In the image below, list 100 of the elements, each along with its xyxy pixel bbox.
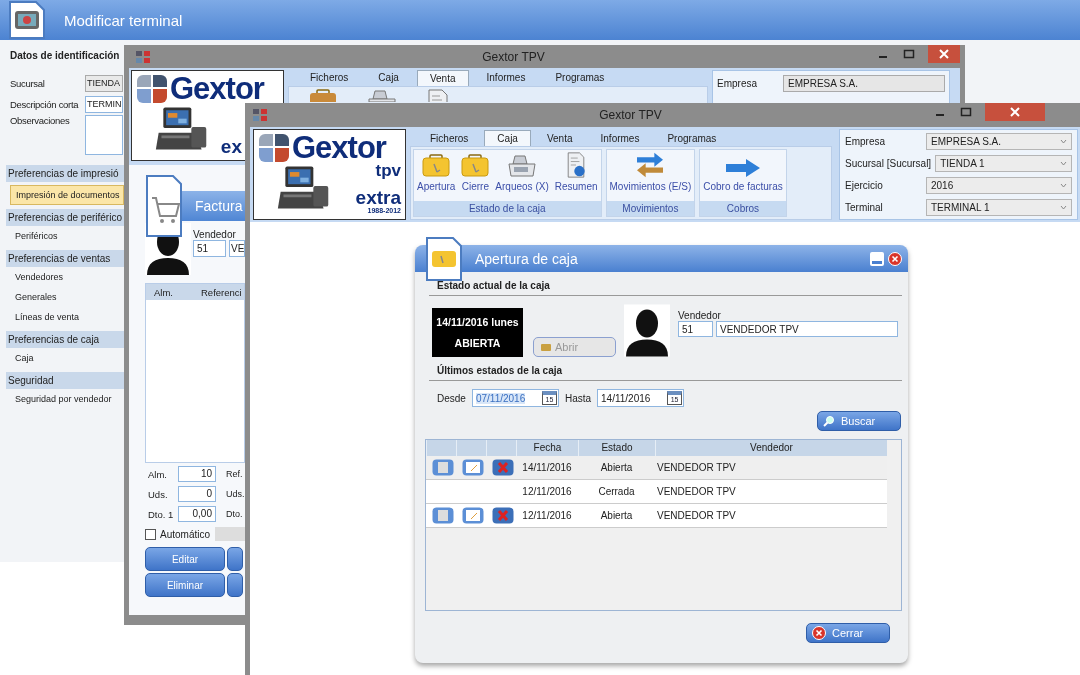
action-button[interactable] <box>227 547 243 571</box>
context-label: Terminal <box>845 202 884 213</box>
edit-button[interactable] <box>462 459 484 476</box>
field-label: Vendedor <box>193 229 237 240</box>
nav-heading: Preferencias de ventas <box>6 250 124 267</box>
ribbon-tab[interactable]: Venta <box>416 70 469 86</box>
ribbon-button[interactable]: Arqueos (X) <box>495 152 549 192</box>
cash-register-icon <box>507 154 538 178</box>
action-button[interactable] <box>227 573 243 597</box>
dialog-title: Apertura de caja <box>475 250 579 267</box>
field-label: Ref. <box>226 469 243 479</box>
window-title: Modificar terminal <box>64 11 183 29</box>
ribbon-tab[interactable]: Ficheros <box>418 131 481 146</box>
table-cell-text: VENDEDOR TPV <box>656 486 736 497</box>
maximize-button[interactable] <box>902 47 916 61</box>
ribbon-button[interactable]: Apertura <box>417 152 456 192</box>
window-title: Gextor TPV <box>481 49 546 64</box>
nav-item[interactable]: Generales <box>6 287 124 307</box>
ribbon-button[interactable]: Movimientos (E/S) <box>609 152 692 192</box>
ribbon-tab[interactable]: Caja <box>366 70 411 86</box>
ribbon-tab[interactable]: Informes <box>588 131 652 146</box>
delete-button[interactable] <box>492 459 514 476</box>
input-field[interactable]: 10 <box>178 466 216 482</box>
ribbon-button[interactable]: Cobro de facturas <box>703 152 783 192</box>
close-button[interactable] <box>928 45 960 63</box>
field-label: Desde <box>437 392 466 404</box>
maximize-button[interactable] <box>959 105 973 119</box>
ribbon-tab[interactable]: Venta <box>534 131 585 146</box>
close-button[interactable]: Cerrar <box>806 623 890 643</box>
close-button[interactable] <box>985 103 1045 121</box>
report-icon <box>565 152 588 178</box>
checkbox[interactable] <box>145 528 156 540</box>
context-label: Ejercicio <box>845 180 884 191</box>
input-field[interactable]: VENDEDOR TPV <box>716 321 898 337</box>
briefcase-icon <box>461 154 490 178</box>
document-button[interactable] <box>432 459 454 476</box>
ribbon-tab[interactable]: Caja <box>484 130 531 146</box>
field-label: Vendedor <box>678 310 722 321</box>
group-label: Cobros <box>700 201 786 216</box>
close-button[interactable] <box>888 251 902 266</box>
logo-subtitle: tpv <box>375 163 401 179</box>
textarea-field[interactable] <box>85 115 123 155</box>
disabled-field <box>215 527 245 541</box>
group-label: Movimientos <box>606 201 695 216</box>
logo-edition: extra <box>355 189 401 207</box>
select-field[interactable]: TIENDA <box>85 75 123 92</box>
ribbon-tab[interactable]: Programas <box>543 70 617 86</box>
field-label: Uds. <box>226 489 245 499</box>
edit-button[interactable] <box>462 507 484 524</box>
briefcase-document-icon <box>425 236 463 282</box>
ribbon-tab[interactable]: Informes <box>474 70 538 86</box>
document-button[interactable] <box>432 507 454 524</box>
minimize-button[interactable] <box>870 251 884 266</box>
briefcase-icon <box>422 154 451 178</box>
cart-document-icon <box>145 174 183 238</box>
select-field[interactable]: TIENDA 1 <box>935 155 1072 172</box>
nav-item[interactable]: Vendedores <box>6 267 124 287</box>
select-field[interactable]: EMPRESA S.A. <box>926 133 1072 150</box>
nav-heading: Preferencias de impresió <box>6 165 124 182</box>
table-cell-text: 14/11/2016 <box>521 462 573 473</box>
section-heading: Estado actual de la caja <box>437 280 550 291</box>
chevron-icon <box>1060 161 1067 166</box>
input-field[interactable]: 0,00 <box>178 506 216 522</box>
nav-item[interactable]: Líneas de venta <box>6 307 124 327</box>
input-field[interactable]: 0 <box>178 486 216 502</box>
delete-button[interactable] <box>492 507 514 524</box>
nav-item[interactable]: Seguridad por vendedor <box>6 389 124 409</box>
context-label: Sucursal [Sucursal] <box>845 158 933 169</box>
select-field[interactable]: EMPRESA S.A. <box>783 75 945 92</box>
search-icon <box>823 415 835 427</box>
column-header: Alm. <box>153 286 174 298</box>
table-row[interactable]: 12/11/2016 Cerrada VENDEDOR TPV <box>426 480 887 504</box>
field-label: Uds. <box>148 488 169 500</box>
ribbon-tab[interactable]: Programas <box>655 131 729 146</box>
ribbon-button[interactable]: Resumen <box>554 152 598 192</box>
right-arrow-icon <box>724 158 761 178</box>
nav-item[interactable]: Impresión de documentos <box>10 185 124 205</box>
table-row[interactable]: 12/11/2016 Abierta VENDEDOR TPV <box>426 504 887 528</box>
input-field[interactable]: VE <box>229 240 245 257</box>
logo-text: Gextor <box>170 74 264 104</box>
input-field[interactable]: 51 <box>678 321 713 337</box>
ribbon-button[interactable]: Cierre <box>461 152 490 192</box>
nav-heading: Preferencias de caja <box>6 331 124 348</box>
select-field[interactable]: TERMINAL 1 <box>926 199 1072 216</box>
briefcase-icon <box>540 342 552 352</box>
app-icon <box>135 49 151 64</box>
nav-item[interactable]: Caja <box>6 348 124 368</box>
logo-mark <box>136 74 168 104</box>
input-field[interactable]: 51 <box>193 240 226 257</box>
table-cell-text: VENDEDOR TPV <box>656 510 736 521</box>
status-date: 14/11/2016 lunes <box>436 316 519 329</box>
field-label: Descripción corta <box>9 99 80 110</box>
group-label: Estado de la caja <box>414 201 601 216</box>
input-field[interactable]: TERMIN <box>85 96 123 113</box>
ribbon-tab[interactable]: Ficheros <box>298 70 361 86</box>
select-field[interactable]: 2016 <box>926 177 1072 194</box>
field-label: Observaciones <box>9 115 71 126</box>
nav-heading: Seguridad <box>6 372 124 389</box>
table-row[interactable]: 14/11/2016 Abierta VENDEDOR TPV <box>426 456 887 480</box>
nav-item[interactable]: Periféricos <box>6 226 124 246</box>
